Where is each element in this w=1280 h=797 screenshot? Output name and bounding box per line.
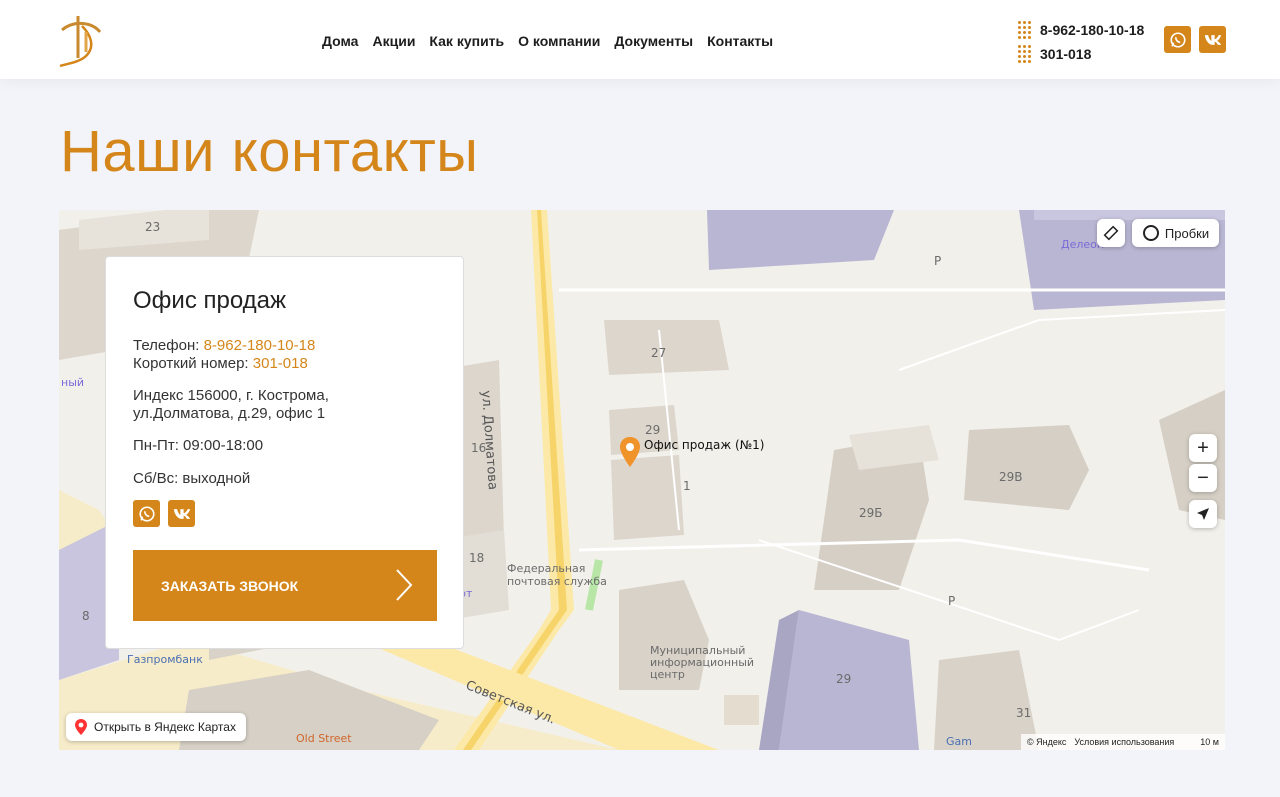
- building-number: 29В: [999, 470, 1023, 484]
- card-vk-button[interactable]: [168, 500, 195, 527]
- building-number: 29Б: [859, 506, 883, 520]
- poi-label[interactable]: ный: [61, 376, 84, 389]
- traffic-icon: [1142, 225, 1159, 241]
- header-phones: 8-962-180-10-18 301-018: [1018, 18, 1144, 66]
- zoom-in-button[interactable]: +: [1189, 434, 1217, 462]
- weekend-hours: Сб/Вс: выходной: [133, 470, 251, 487]
- phone-short[interactable]: 301-018: [1040, 46, 1091, 62]
- vk-button[interactable]: [1199, 26, 1226, 53]
- open-in-yandex-maps-button[interactable]: Открыть в Яндекс Картах: [66, 713, 246, 741]
- nav-link-akcii[interactable]: Акции: [372, 33, 415, 49]
- poi-label[interactable]: Gam: [946, 735, 972, 748]
- traffic-label: Пробки: [1164, 225, 1210, 241]
- office-card: Офис продаж Телефон: 8-962-180-10-18 Кор…: [105, 256, 464, 649]
- building-number: 23: [145, 220, 161, 234]
- poi-label[interactable]: Газпромбанк: [127, 653, 203, 666]
- traffic-button[interactable]: Пробки: [1132, 219, 1219, 247]
- phone-block: Телефон: 8-962-180-10-18 Короткий номер:…: [133, 337, 315, 373]
- order-call-button[interactable]: ЗАКАЗАТЬ ЗВОНОК: [133, 550, 437, 621]
- poi-label[interactable]: Old Street: [296, 732, 352, 745]
- nav-link-dokumenty[interactable]: Документы: [614, 33, 693, 49]
- parking-label: P: [934, 254, 942, 268]
- building-number: 29: [645, 423, 661, 437]
- address-block: Индекс 156000, г. Кострома, ул.Долматова…: [133, 387, 329, 423]
- vk-icon: [173, 508, 190, 519]
- chevron-right-icon: [396, 569, 413, 601]
- poi-label-municipal[interactable]: Муниципальный информационный центр: [650, 645, 754, 681]
- order-call-label: ЗАКАЗАТЬ ЗВОНОК: [161, 577, 299, 594]
- building-number: 1: [683, 479, 691, 493]
- short-number-label: Короткий номер:: [133, 355, 249, 372]
- parking-label: P: [948, 594, 956, 608]
- map-placemark[interactable]: [619, 436, 641, 473]
- location-pin-icon: [620, 437, 640, 467]
- nav-link-doma[interactable]: Дома: [322, 33, 358, 49]
- vk-icon: [1204, 34, 1221, 45]
- office-title: Офис продаж: [133, 287, 287, 314]
- copyright-text[interactable]: © Яндекс: [1027, 737, 1066, 747]
- poi-label-post[interactable]: Федеральная почтовая служба: [507, 562, 607, 588]
- open-in-yandex-label: Открыть в Яндекс Картах: [94, 720, 236, 734]
- nav-link-kak-kupit[interactable]: Как купить: [429, 33, 504, 49]
- page-title: Наши контакты: [60, 119, 479, 184]
- phone-link[interactable]: 8-962-180-10-18: [204, 337, 316, 354]
- nav-link-kontakty[interactable]: Контакты: [707, 33, 773, 49]
- short-number-link[interactable]: 301-018: [253, 355, 308, 372]
- card-whatsapp-button[interactable]: [133, 500, 160, 527]
- yandex-pin-icon: [75, 719, 87, 735]
- nav-link-o-kompanii[interactable]: О компании: [518, 33, 600, 49]
- zoom-out-button[interactable]: −: [1189, 464, 1217, 492]
- navigation-arrow-icon: [1197, 508, 1209, 520]
- ruler-button[interactable]: [1097, 219, 1125, 247]
- address-line: ул.Долматова, д.29, офис 1: [133, 405, 326, 422]
- building-number: 8: [82, 609, 90, 623]
- placemark-label[interactable]: Офис продаж (№1): [644, 438, 764, 452]
- weekday-hours: Пн-Пт: 09:00-18:00: [133, 437, 264, 454]
- keypad-icon: [1018, 21, 1032, 39]
- geolocation-button[interactable]: [1189, 500, 1217, 528]
- building-number: 18: [469, 551, 485, 565]
- address-line: Индекс 156000, г. Кострома,: [133, 387, 329, 404]
- building-number: 31: [1016, 706, 1032, 720]
- whatsapp-icon: [138, 505, 155, 522]
- ruler-icon: [1103, 225, 1119, 241]
- terms-link[interactable]: Условия использования: [1074, 737, 1174, 747]
- whatsapp-button[interactable]: [1164, 26, 1191, 53]
- keypad-icon: [1018, 45, 1032, 63]
- scale-label: 10 м: [1200, 737, 1219, 747]
- building-number: 29: [836, 672, 852, 686]
- phone-row-short[interactable]: 301-018: [1018, 42, 1144, 66]
- phone-label: Телефон:: [133, 337, 200, 354]
- building-number: 27: [651, 346, 667, 360]
- phone-row-main[interactable]: 8-962-180-10-18: [1018, 18, 1144, 42]
- main-nav: Дома Акции Как купить О компании Докумен…: [322, 33, 773, 49]
- site-header: Дома Акции Как купить О компании Докумен…: [0, 0, 1280, 79]
- whatsapp-icon: [1169, 31, 1186, 48]
- logo[interactable]: [56, 12, 106, 68]
- phone-main[interactable]: 8-962-180-10-18: [1040, 22, 1144, 38]
- map-copyright-bar: © Яндекс Условия использования 10 м: [1020, 734, 1225, 750]
